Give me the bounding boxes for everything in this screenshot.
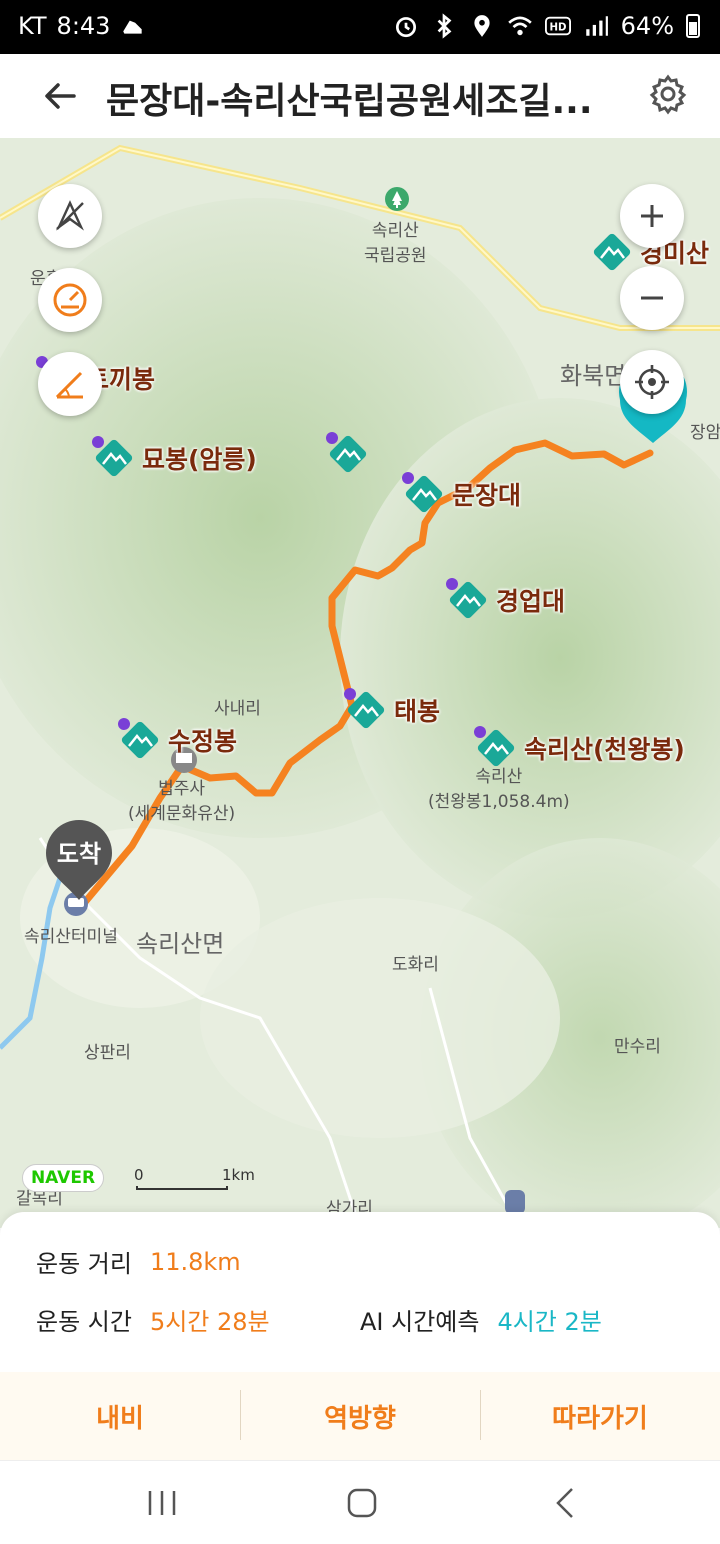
navi-button[interactable]: 내비 — [0, 1372, 240, 1460]
clock: 8:43 — [56, 12, 111, 40]
sanaeri-label: 사내리 — [214, 699, 261, 719]
location-icon — [474, 15, 490, 37]
recent-apps-icon[interactable] — [142, 1483, 182, 1523]
slope-icon — [55, 371, 83, 399]
peak-munjangdae[interactable]: 문장대 — [402, 472, 521, 516]
peak-gyeongeopdae[interactable]: 경업대 — [446, 578, 565, 622]
signal-icon — [585, 16, 608, 36]
mountain-icon — [326, 432, 367, 473]
zoom-in-button[interactable] — [620, 184, 684, 248]
mountain-icon — [402, 472, 443, 513]
svg-text:HD: HD — [549, 23, 566, 34]
peak-myobong[interactable]: 묘봉(암릉) — [92, 436, 257, 480]
shoe-icon — [123, 20, 143, 34]
plus-icon — [641, 205, 663, 227]
compass-off-icon — [55, 200, 85, 231]
jangam-label: 장암 — [690, 423, 720, 443]
distance-value: 11.8km — [149, 1247, 241, 1276]
minus-icon — [641, 296, 663, 300]
mountain-icon — [344, 688, 385, 729]
time-label: 운동 시간 — [36, 1308, 132, 1336]
action-bar: 내비 역방향 따라가기 — [0, 1372, 720, 1460]
battery-icon — [686, 14, 700, 38]
beopjusa-label: 법주사 (세계문화유산) — [128, 779, 236, 824]
national-park-label: 속리산 국립공원 — [364, 221, 427, 266]
time-row: 운동 시간 5시간 28분 — [36, 1302, 270, 1337]
dohwari-label: 도화리 — [392, 955, 439, 975]
system-nav-bar — [0, 1460, 720, 1544]
hd-icon: HD — [544, 16, 571, 36]
carrier: KT — [18, 12, 47, 40]
mountain-icon — [446, 578, 487, 619]
app-header: 문장대-속리산국립공원세조길... — [0, 54, 720, 138]
mountain-icon — [92, 436, 133, 477]
arrival-pin-label: 도착 — [56, 840, 102, 868]
ai-estimate-label: AI 시간예측 — [360, 1308, 480, 1336]
peak-taebong[interactable]: 태봉 — [344, 688, 440, 732]
follow-button[interactable]: 따라가기 — [480, 1372, 720, 1460]
park-icon — [384, 186, 410, 217]
bluetooth-icon — [437, 13, 452, 39]
reverse-button[interactable]: 역방향 — [240, 1372, 480, 1460]
sangpanri-label: 상판리 — [84, 1043, 131, 1063]
gauge-icon — [53, 283, 87, 317]
wifi-icon — [507, 16, 532, 36]
songnisan-myeon-label: 속리산면 — [136, 930, 225, 958]
mansuri-label: 만수리 — [614, 1037, 661, 1057]
page-title: 문장대-속리산국립공원세조길... — [106, 81, 593, 122]
mountain-icon — [474, 726, 515, 767]
hwabuk-label: 화북면 — [560, 362, 627, 390]
peak-cheonwangbong[interactable]: 속리산(천왕봉) — [474, 726, 685, 770]
slope-button[interactable] — [38, 352, 102, 416]
back-icon[interactable] — [546, 1483, 586, 1523]
map-terrain — [0, 138, 720, 1228]
status-bar: KT 8:43 HD 64% — [0, 0, 720, 54]
naver-logo: NAVER — [22, 1164, 104, 1192]
crosshair-icon — [635, 365, 669, 399]
ai-estimate-row: AI 시간예측 4시간 2분 — [360, 1302, 602, 1337]
home-icon[interactable] — [342, 1483, 382, 1523]
arrival-pin[interactable]: 도착 — [44, 818, 114, 908]
distance-row: 운동 거리 11.8km — [36, 1244, 241, 1279]
peak-unnamed[interactable] — [326, 432, 370, 476]
compass-toggle-button[interactable] — [38, 184, 102, 248]
my-location-button[interactable] — [620, 350, 684, 414]
zoom-out-button[interactable] — [620, 266, 684, 330]
gear-icon[interactable] — [646, 72, 690, 116]
time-value: 5시간 28분 — [149, 1308, 270, 1336]
mountain-icon — [118, 718, 159, 759]
terminal-label: 속리산터미널 — [24, 927, 118, 947]
arrow-left-icon[interactable] — [38, 74, 82, 118]
map-scale: 0 1km — [134, 1166, 255, 1190]
speed-gauge-button[interactable] — [38, 268, 102, 332]
route-map[interactable]: 속리산 국립공원 화북면 장암 운흥리 사내리 법주사 (세계문화유산) 속리산… — [0, 138, 720, 1228]
alarm-icon — [395, 17, 416, 38]
battery-percent: 64% — [620, 12, 674, 40]
distance-label: 운동 거리 — [36, 1250, 132, 1278]
ai-estimate-value: 4시간 2분 — [497, 1308, 602, 1336]
peak-sujeongbong[interactable]: 수정봉 — [118, 718, 237, 762]
